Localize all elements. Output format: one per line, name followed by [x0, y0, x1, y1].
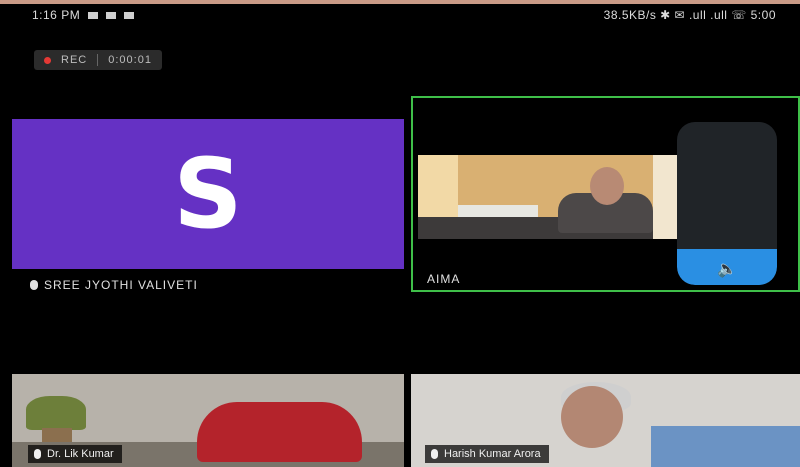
- participant-name: Harish Kumar Arora: [444, 448, 541, 460]
- participant-tile-avatar[interactable]: S: [12, 119, 404, 269]
- notification-icon: [105, 12, 116, 20]
- status-time: 1:16 PM: [32, 8, 134, 22]
- participant-tile-video[interactable]: Dr. Lik Kumar: [12, 374, 404, 467]
- divider: [97, 54, 99, 66]
- video-head: [561, 386, 623, 448]
- microphone-icon: [34, 449, 41, 459]
- participant-name: Dr. Lik Kumar: [47, 448, 114, 460]
- record-dot-icon: [44, 56, 51, 64]
- participant-tile-video[interactable]: Harish Kumar Arora: [411, 374, 800, 467]
- participant-name-row: SREE JYOTHI VALIVETI: [30, 278, 198, 292]
- rec-label: REC: [61, 54, 88, 66]
- rec-timer: 0:00:01: [108, 54, 152, 66]
- video-person-head: [590, 167, 624, 205]
- avatar-letter: S: [173, 138, 243, 250]
- microphone-icon: [30, 280, 38, 290]
- microphone-icon: [431, 449, 438, 459]
- speaker-icon: 🔈: [717, 261, 737, 278]
- video-plant: [26, 396, 86, 430]
- video-feed: [418, 155, 708, 239]
- video-shirt: [651, 426, 800, 467]
- participant-nameplate: Dr. Lik Kumar: [28, 445, 122, 463]
- video-chair: [197, 402, 362, 462]
- recording-indicator[interactable]: REC 0:00:01: [34, 50, 162, 70]
- notification-icon: [88, 12, 99, 20]
- status-indicators: 38.5KB/s ✱ ✉ .ull .ull ☏ 5:00: [603, 8, 776, 22]
- volume-slider[interactable]: 🔈: [677, 122, 777, 285]
- top-accent-bar: [0, 0, 800, 4]
- notification-icon: [123, 12, 134, 20]
- participant-name: SREE JYOTHI VALIVETI: [44, 278, 198, 292]
- participant-nameplate: Harish Kumar Arora: [425, 445, 549, 463]
- participant-name: AIMA: [427, 272, 461, 286]
